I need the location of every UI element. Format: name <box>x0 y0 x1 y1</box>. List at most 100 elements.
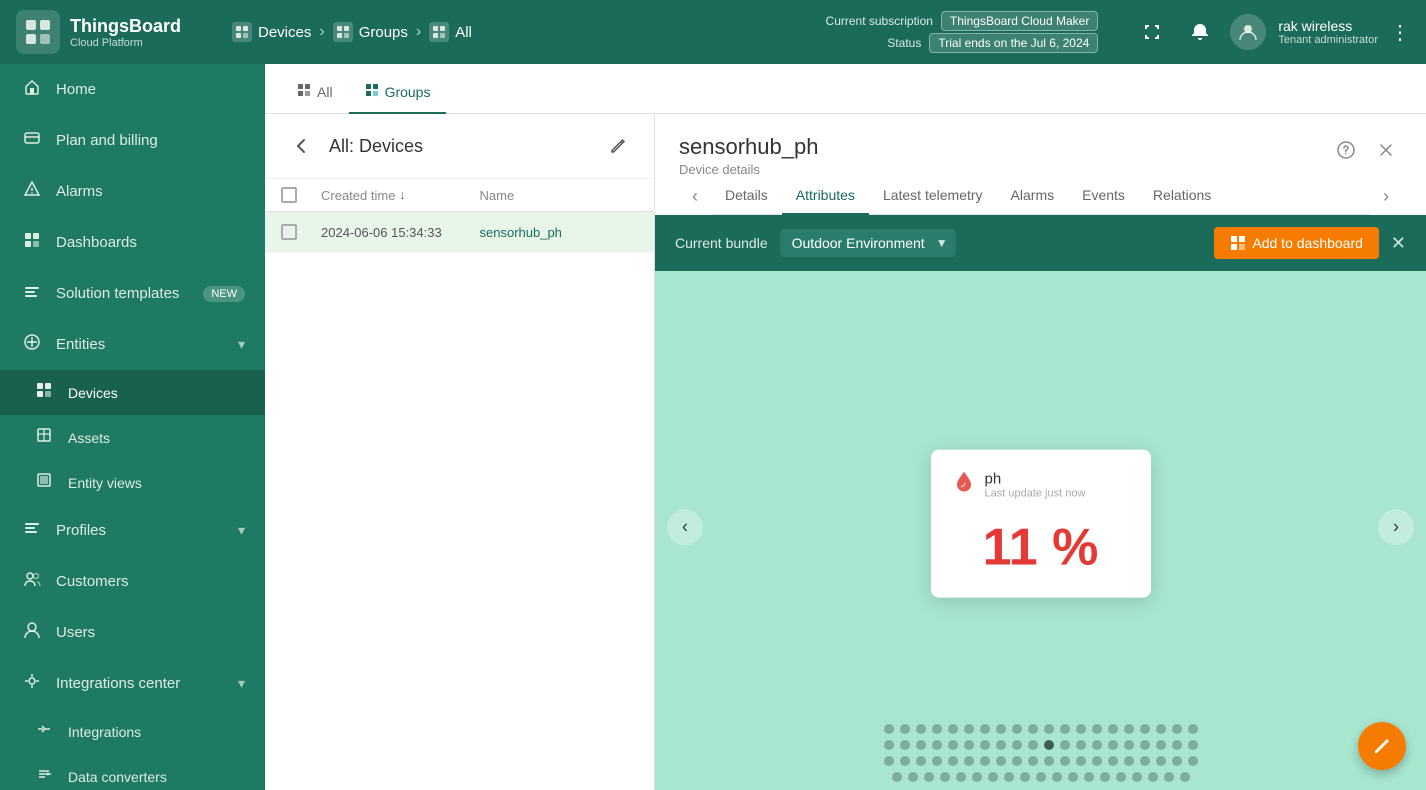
fullscreen-button[interactable] <box>1134 14 1170 50</box>
bundle-select-wrapper[interactable]: Outdoor Environment ▼ <box>780 229 956 257</box>
dot[interactable] <box>1156 724 1166 734</box>
dot[interactable] <box>1140 756 1150 766</box>
sidebar-sub-item-data-converters[interactable]: Data converters <box>0 754 265 790</box>
bundle-select[interactable]: Outdoor Environment <box>780 229 956 257</box>
dot[interactable] <box>1172 756 1182 766</box>
dot[interactable] <box>1156 756 1166 766</box>
carousel-next-button[interactable]: › <box>1378 509 1414 545</box>
dot[interactable] <box>1100 772 1110 782</box>
dot[interactable] <box>1012 740 1022 750</box>
carousel-prev-button[interactable]: ‹ <box>667 509 703 545</box>
dot[interactable] <box>1020 772 1030 782</box>
list-edit-button[interactable] <box>602 130 634 162</box>
nav-more-button[interactable]: ⋮ <box>1390 20 1410 45</box>
dot[interactable] <box>1076 756 1086 766</box>
dot[interactable] <box>1108 756 1118 766</box>
dot[interactable] <box>916 756 926 766</box>
dot[interactable] <box>948 740 958 750</box>
dot[interactable] <box>1124 740 1134 750</box>
breadcrumb-groups[interactable]: Groups <box>333 22 408 42</box>
sidebar-item-alarms[interactable]: Alarms <box>0 166 265 217</box>
dot[interactable] <box>980 740 990 750</box>
dot[interactable] <box>1124 756 1134 766</box>
help-button[interactable] <box>1330 134 1362 166</box>
dot[interactable] <box>1076 724 1086 734</box>
dot[interactable] <box>1148 772 1158 782</box>
dot[interactable] <box>892 772 902 782</box>
user-avatar[interactable] <box>1230 14 1266 50</box>
table-row[interactable]: 2024-06-06 15:34:33 sensorhub_ph <box>265 212 654 253</box>
dot[interactable] <box>1108 724 1118 734</box>
dot[interactable] <box>1172 724 1182 734</box>
dot[interactable] <box>1012 756 1022 766</box>
dot[interactable] <box>988 772 998 782</box>
sidebar-item-users[interactable]: Users <box>0 607 265 658</box>
dot[interactable] <box>964 756 974 766</box>
sidebar-item-plan[interactable]: Plan and billing <box>0 115 265 166</box>
breadcrumb-devices[interactable]: Devices <box>232 22 311 42</box>
dot[interactable] <box>1140 740 1150 750</box>
dot[interactable] <box>900 756 910 766</box>
dot[interactable] <box>980 756 990 766</box>
dot[interactable] <box>996 724 1006 734</box>
dot[interactable] <box>908 772 918 782</box>
dot[interactable] <box>1028 756 1038 766</box>
dot[interactable] <box>900 724 910 734</box>
dot[interactable] <box>1004 772 1014 782</box>
dot[interactable] <box>1036 772 1046 782</box>
sidebar-item-profiles[interactable]: Profiles ▾ <box>0 505 265 556</box>
tab-groups[interactable]: Groups <box>349 71 447 114</box>
tab-relations[interactable]: Relations <box>1139 177 1225 215</box>
dot[interactable] <box>1068 772 1078 782</box>
dot[interactable] <box>1092 756 1102 766</box>
sidebar-item-entities[interactable]: Entities ▾ <box>0 319 265 370</box>
sidebar-item-customers[interactable]: Customers <box>0 556 265 607</box>
breadcrumb-all[interactable]: All <box>429 22 472 42</box>
tab-nav-right[interactable]: › <box>1370 180 1402 212</box>
dot[interactable] <box>1092 724 1102 734</box>
notifications-button[interactable] <box>1182 14 1218 50</box>
add-to-dashboard-button[interactable]: Add to dashboard <box>1214 227 1379 259</box>
sidebar-item-integrations-center[interactable]: Integrations center ▾ <box>0 658 265 709</box>
dot[interactable] <box>964 724 974 734</box>
close-detail-button[interactable] <box>1370 134 1402 166</box>
dot[interactable] <box>1132 772 1142 782</box>
dot[interactable] <box>1084 772 1094 782</box>
back-button[interactable] <box>285 130 317 162</box>
tab-nav-left[interactable]: ‹ <box>679 180 711 212</box>
dot[interactable] <box>1188 756 1198 766</box>
dot[interactable] <box>996 756 1006 766</box>
dot[interactable] <box>924 772 934 782</box>
sidebar-sub-item-integrations[interactable]: Integrations <box>0 709 265 754</box>
dot[interactable] <box>1116 772 1126 782</box>
dot[interactable] <box>980 724 990 734</box>
tab-details[interactable]: Details <box>711 177 782 215</box>
dot[interactable] <box>1060 724 1070 734</box>
dot[interactable] <box>1028 740 1038 750</box>
dot[interactable] <box>1156 740 1166 750</box>
select-all-checkbox[interactable] <box>281 187 297 203</box>
dot[interactable] <box>1060 756 1070 766</box>
header-created-time[interactable]: Created time ↓ <box>321 188 480 203</box>
bundle-close-button[interactable]: ✕ <box>1391 233 1406 254</box>
dot[interactable] <box>1108 740 1118 750</box>
sidebar-sub-item-entity-views[interactable]: Entity views <box>0 460 265 505</box>
tab-attributes[interactable]: Attributes <box>782 177 869 215</box>
dot[interactable] <box>964 740 974 750</box>
dot[interactable] <box>932 756 942 766</box>
dot[interactable] <box>1172 740 1182 750</box>
dot[interactable] <box>916 724 926 734</box>
dot[interactable] <box>932 740 942 750</box>
sidebar-sub-item-assets[interactable]: Assets <box>0 415 265 460</box>
dot[interactable] <box>956 772 966 782</box>
dot[interactable] <box>932 724 942 734</box>
tab-events[interactable]: Events <box>1068 177 1139 215</box>
dot[interactable] <box>996 740 1006 750</box>
dot[interactable] <box>1188 740 1198 750</box>
dot[interactable] <box>1092 740 1102 750</box>
dot[interactable] <box>1124 724 1134 734</box>
edit-fab-button[interactable] <box>1358 722 1406 770</box>
dot[interactable] <box>900 740 910 750</box>
dot[interactable] <box>1028 724 1038 734</box>
sidebar-item-home[interactable]: Home <box>0 64 265 115</box>
